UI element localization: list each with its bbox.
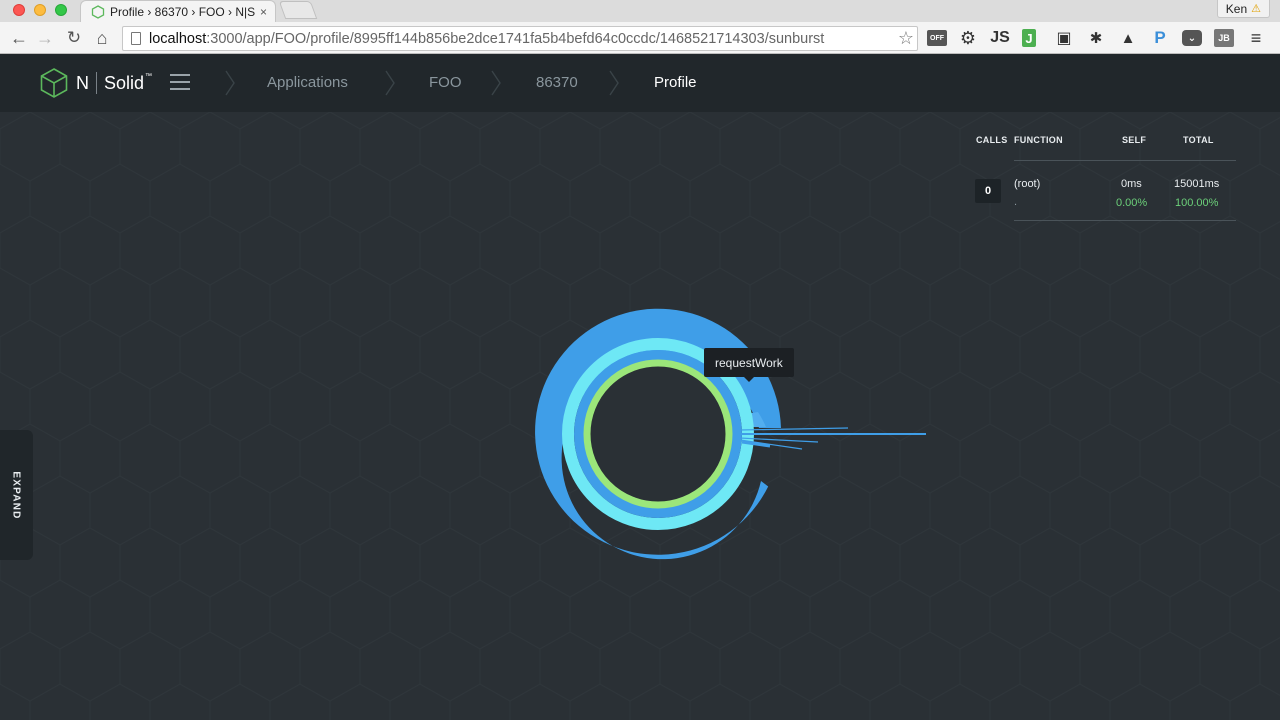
browser-profile-button[interactable]: Ken ⚠ <box>1216 0 1270 18</box>
extension-bug-icon[interactable]: ✱ <box>1086 28 1106 48</box>
header-total[interactable]: TOTAL <box>1183 135 1214 145</box>
expand-button[interactable]: EXPAND <box>0 430 33 560</box>
sunburst-center <box>591 367 725 501</box>
forward-arrow-icon[interactable]: → <box>34 27 56 49</box>
sunburst-chart <box>535 308 926 560</box>
gear-icon[interactable]: ⚙ <box>958 28 978 48</box>
total-time: 15001ms <box>1174 178 1220 190</box>
logo-solid: Solid™ <box>104 73 152 94</box>
browser-menu-icon[interactable]: ≡ <box>1246 28 1266 48</box>
extension-hat-icon[interactable]: ▲ <box>1118 28 1138 48</box>
tab-close-icon[interactable]: × <box>260 5 267 19</box>
sunburst-slivers[interactable] <box>739 427 926 450</box>
nsolid-logo[interactable]: N Solid™ <box>40 68 152 98</box>
self-time: 0ms <box>1121 178 1142 190</box>
close-window-button[interactable] <box>13 4 25 16</box>
breadcrumb-applications[interactable]: Applications <box>267 74 348 91</box>
header-divider <box>1014 160 1236 161</box>
profile-canvas: requestWork EXPAND CALLS FUNCTION SELF T… <box>0 112 1280 720</box>
home-icon[interactable]: ⌂ <box>91 27 113 49</box>
cube-logo-icon <box>40 68 68 98</box>
pocket-icon[interactable]: ⌄ <box>1182 30 1202 46</box>
breadcrumb-chevron-icon <box>609 70 619 96</box>
url-host: localhost <box>149 30 207 47</box>
address-bar[interactable]: localhost:3000/app/FOO/profile/8995ff144… <box>122 26 918 51</box>
browser-tab-profile[interactable]: Profile › 86370 › FOO › N|S × <box>80 0 276 22</box>
breadcrumb-process[interactable]: 86370 <box>536 74 578 91</box>
new-tab-button[interactable] <box>278 1 318 19</box>
breadcrumb-chevron-icon <box>385 70 395 96</box>
logo-solid-text: Solid <box>104 72 145 93</box>
nsolid-favicon-icon <box>91 4 105 19</box>
extension-off-icon[interactable]: OFF <box>927 30 947 46</box>
header-calls[interactable]: CALLS <box>976 135 1008 145</box>
browser-toolbar: ← → ↻ ⌂ localhost:3000/app/FOO/profile/8… <box>0 22 1280 54</box>
tab-title: Profile › 86370 › FOO › N|S <box>110 4 256 19</box>
expand-label: EXPAND <box>11 470 23 520</box>
header-self[interactable]: SELF <box>1122 135 1146 145</box>
breadcrumb-chevron-icon <box>491 70 501 96</box>
total-percent: 100.00% <box>1175 197 1219 209</box>
extension-j-icon[interactable]: J <box>1022 29 1036 47</box>
minimize-window-button[interactable] <box>34 4 46 16</box>
logo-n: N <box>76 72 89 93</box>
calls-count-badge: 0 <box>975 179 1001 203</box>
app-header: N Solid™ Applications FOO 86370 Profile <box>0 54 1280 112</box>
url-path: :3000/app/FOO/profile/8995ff144b856be2dc… <box>206 30 825 47</box>
breadcrumb-profile: Profile <box>654 74 697 91</box>
warning-icon: ⚠ <box>1251 3 1261 15</box>
extension-js-icon[interactable]: JS <box>990 28 1010 48</box>
maximize-window-button[interactable] <box>55 4 67 16</box>
row-divider <box>1014 220 1236 221</box>
browser-tabstrip: Profile › 86370 › FOO › N|S × Ken ⚠ <box>0 0 1280 22</box>
logo-divider <box>96 72 97 94</box>
logo-trademark: ™ <box>145 72 153 80</box>
breadcrumb-chevron-icon <box>225 70 235 96</box>
header-function[interactable]: FUNCTION <box>1014 135 1063 145</box>
hamburger-menu-icon[interactable] <box>170 74 190 90</box>
self-percent: 0.00% <box>1116 197 1148 209</box>
sunburst-tooltip: requestWork <box>704 348 794 382</box>
bookmark-star-icon[interactable]: ☆ <box>898 28 914 49</box>
back-arrow-icon[interactable]: ← <box>8 27 30 49</box>
function-location: . <box>1014 196 1018 208</box>
breadcrumb-app-foo[interactable]: FOO <box>429 74 462 91</box>
reload-icon[interactable]: ↻ <box>63 27 85 49</box>
extension-jb-icon[interactable]: JB <box>1214 29 1234 47</box>
extension-p-icon[interactable]: P <box>1150 28 1170 48</box>
profile-name: Ken <box>1225 1 1248 16</box>
function-name[interactable]: (root) <box>1014 178 1040 190</box>
extension-document-icon[interactable]: ▣ <box>1054 28 1074 48</box>
page-icon <box>131 32 141 45</box>
